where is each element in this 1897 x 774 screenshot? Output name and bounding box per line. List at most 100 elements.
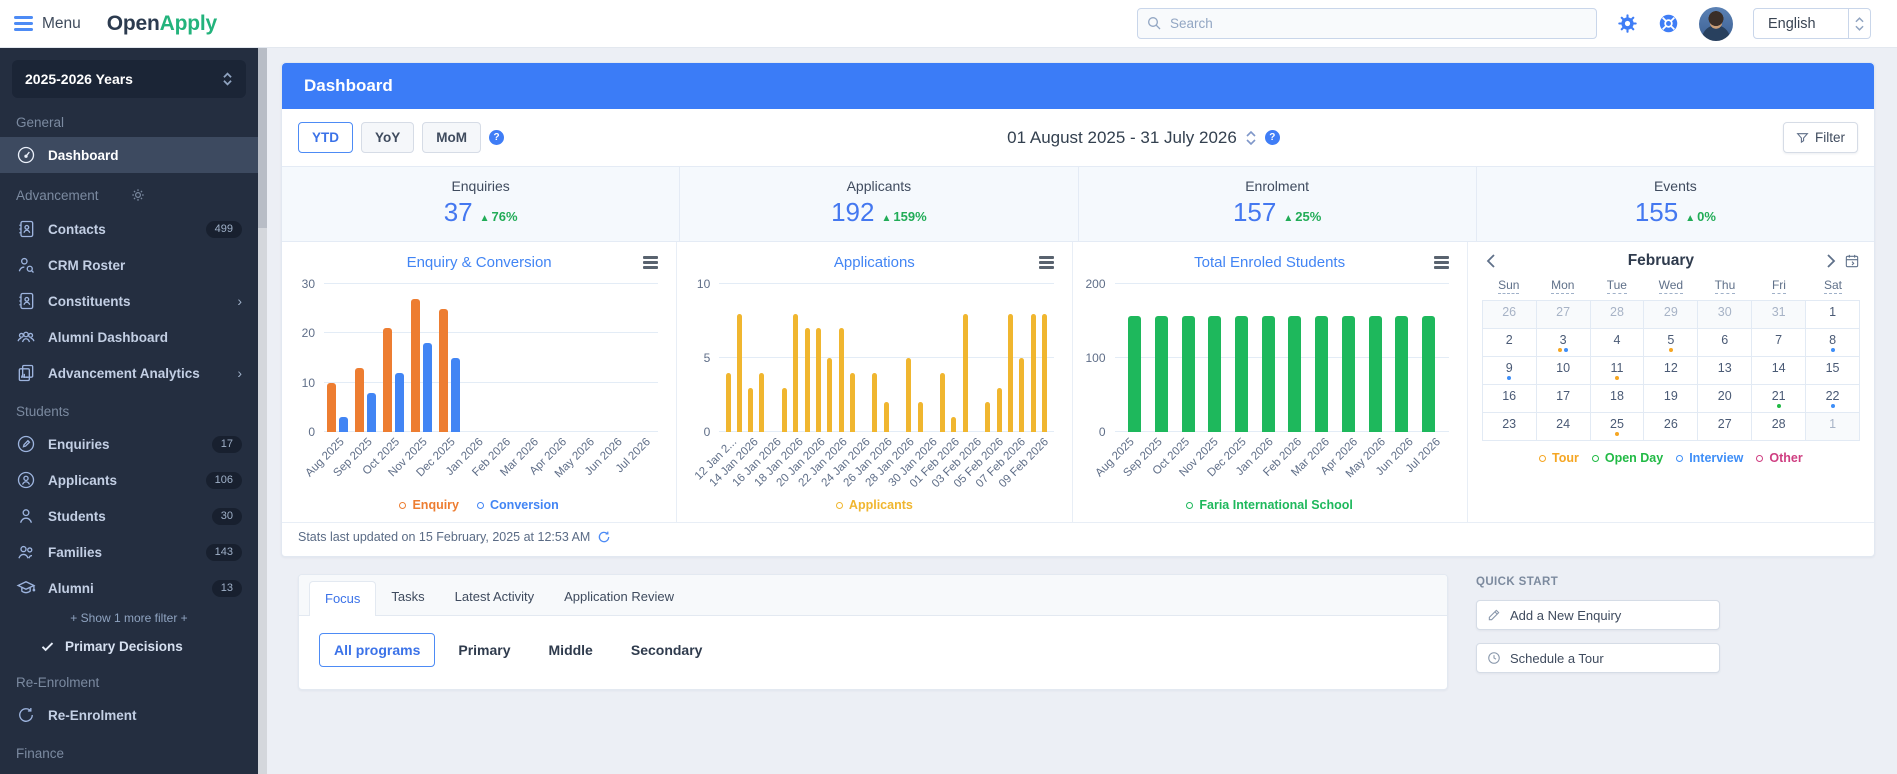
language-select[interactable]: English bbox=[1753, 8, 1871, 39]
section-advancement: Advancement bbox=[0, 173, 258, 211]
date-help-icon[interactable]: ? bbox=[1264, 130, 1280, 145]
tab-focus[interactable]: Focus bbox=[309, 581, 377, 616]
filter-button[interactable]: Filter bbox=[1783, 122, 1858, 153]
calendar-day[interactable]: 31 bbox=[1752, 301, 1807, 329]
program-all[interactable]: All programs bbox=[319, 633, 436, 667]
calendar-day[interactable]: 12 bbox=[1644, 357, 1699, 385]
calendar-day[interactable]: 15 bbox=[1806, 357, 1860, 385]
sidebar-item-crm-roster[interactable]: CRM Roster bbox=[0, 247, 258, 283]
sidebar-item-constituents[interactable]: Constituents › bbox=[0, 283, 258, 319]
chart-menu-icon[interactable] bbox=[1038, 256, 1054, 269]
chart-menu-icon[interactable] bbox=[643, 256, 659, 269]
period-help-icon[interactable]: ? bbox=[489, 130, 505, 145]
calendar-day[interactable]: 27 bbox=[1698, 413, 1753, 441]
calendar-day[interactable]: 24 bbox=[1536, 413, 1591, 441]
sidebar-item-alumni-dashboard[interactable]: Alumni Dashboard bbox=[0, 319, 258, 355]
add-new-enquiry-button[interactable]: Add a New Enquiry bbox=[1476, 600, 1720, 630]
legend-item[interactable]: Faria International School bbox=[1186, 498, 1353, 512]
schedule-tour-button[interactable]: Schedule a Tour bbox=[1476, 643, 1720, 673]
sidebar-item-applicants[interactable]: Applicants 106 bbox=[0, 462, 258, 498]
tab-latest-activity[interactable]: Latest Activity bbox=[440, 580, 549, 615]
show-more-filters[interactable]: + Show 1 more filter + bbox=[0, 606, 258, 631]
bar bbox=[917, 402, 923, 432]
primary-decisions-filter[interactable]: Primary Decisions bbox=[0, 631, 258, 662]
calendar-day[interactable]: 13 bbox=[1698, 357, 1753, 385]
calendar-prev-icon[interactable] bbox=[1482, 254, 1499, 268]
calendar-day[interactable]: 30 bbox=[1698, 301, 1753, 329]
sidebar-item-re-enrolment[interactable]: Re-Enrolment bbox=[0, 697, 258, 733]
user-avatar[interactable] bbox=[1699, 6, 1733, 41]
legend-item[interactable]: Conversion bbox=[477, 498, 559, 512]
calendar-day[interactable]: 16 bbox=[1482, 385, 1537, 413]
chart-menu-icon[interactable] bbox=[1433, 256, 1449, 269]
calendar-export-icon[interactable] bbox=[1844, 253, 1860, 269]
tab-tasks[interactable]: Tasks bbox=[376, 580, 439, 615]
calendar-day[interactable]: 19 bbox=[1644, 385, 1699, 413]
calendar-day[interactable]: 28 bbox=[1752, 413, 1807, 441]
year-selector[interactable]: 2025-2026 Years bbox=[12, 60, 246, 98]
calendar-day[interactable]: 20 bbox=[1698, 385, 1753, 413]
tab-application-review[interactable]: Application Review bbox=[549, 580, 689, 615]
calendar-day[interactable]: 5 bbox=[1644, 329, 1699, 357]
openapply-logo[interactable]: OpenApply bbox=[107, 12, 217, 36]
calendar-legend-item[interactable]: Open Day bbox=[1591, 451, 1663, 465]
legend-item[interactable]: Enquiry bbox=[399, 498, 459, 512]
calendar-day[interactable]: 9 bbox=[1482, 357, 1537, 385]
calendar-day[interactable]: 3 bbox=[1536, 329, 1591, 357]
ytd-button[interactable]: YTD bbox=[298, 122, 353, 153]
program-primary[interactable]: Primary bbox=[443, 633, 525, 667]
calendar-day[interactable]: 17 bbox=[1536, 385, 1591, 413]
calendar-day[interactable]: 27 bbox=[1536, 301, 1591, 329]
legend-item[interactable]: Applicants bbox=[835, 498, 913, 512]
calendar-day[interactable]: 25 bbox=[1590, 413, 1645, 441]
help-icon[interactable] bbox=[1658, 13, 1679, 34]
gear-icon[interactable] bbox=[1617, 13, 1638, 34]
language-spinner[interactable] bbox=[1849, 8, 1871, 39]
calendar-day[interactable]: 8 bbox=[1806, 329, 1860, 357]
calendar-day[interactable]: 6 bbox=[1698, 329, 1753, 357]
chart-title[interactable]: Total Enroled Students bbox=[1194, 254, 1345, 271]
sidebar-item-dashboard[interactable]: Dashboard bbox=[0, 137, 258, 173]
calendar-day[interactable]: 4 bbox=[1590, 329, 1645, 357]
sidebar-item-contacts[interactable]: Contacts 499 bbox=[0, 211, 258, 247]
chart-title[interactable]: Enquiry & Conversion bbox=[407, 254, 552, 271]
calendar-day[interactable]: 1 bbox=[1806, 301, 1860, 329]
calendar-next-icon[interactable] bbox=[1823, 254, 1840, 268]
calendar-day[interactable]: 2 bbox=[1482, 329, 1537, 357]
bar-group bbox=[603, 284, 631, 432]
calendar-day[interactable]: 28 bbox=[1590, 301, 1645, 329]
sidebar-item-alumni[interactable]: Alumni 13 bbox=[0, 570, 258, 606]
calendar-day[interactable]: 26 bbox=[1644, 413, 1699, 441]
mom-button[interactable]: MoM bbox=[422, 122, 482, 153]
sidebar-item-families[interactable]: Families 143 bbox=[0, 534, 258, 570]
sidebar-scrollbar[interactable] bbox=[258, 48, 267, 774]
calendar-day[interactable]: 7 bbox=[1752, 329, 1807, 357]
refresh-stats-icon[interactable] bbox=[597, 530, 611, 544]
calendar-legend-item[interactable]: Other bbox=[1756, 451, 1803, 465]
date-sort-icon[interactable] bbox=[1246, 130, 1256, 145]
calendar-legend-item[interactable]: Interview bbox=[1676, 451, 1743, 465]
calendar-day[interactable]: 1 bbox=[1806, 413, 1860, 441]
program-secondary[interactable]: Secondary bbox=[616, 633, 718, 667]
sidebar-item-students[interactable]: Students 30 bbox=[0, 498, 258, 534]
yoy-button[interactable]: YoY bbox=[361, 122, 415, 153]
calendar-day[interactable]: 29 bbox=[1644, 301, 1699, 329]
calendar-day[interactable]: 18 bbox=[1590, 385, 1645, 413]
sidebar-item-enquiries[interactable]: Enquiries 17 bbox=[0, 426, 258, 462]
calendar-day[interactable]: 23 bbox=[1482, 413, 1537, 441]
calendar-day[interactable]: 21 bbox=[1752, 385, 1807, 413]
calendar-day[interactable]: 26 bbox=[1482, 301, 1537, 329]
calendar-day[interactable]: 22 bbox=[1806, 385, 1860, 413]
bar bbox=[1007, 313, 1013, 432]
person-search-icon bbox=[16, 255, 36, 275]
calendar-day[interactable]: 10 bbox=[1536, 357, 1591, 385]
search-input[interactable] bbox=[1137, 8, 1597, 39]
calendar-day[interactable]: 11 bbox=[1590, 357, 1645, 385]
program-middle[interactable]: Middle bbox=[534, 633, 608, 667]
sidebar-item-advancement-analytics[interactable]: Advancement Analytics › bbox=[0, 355, 258, 391]
calendar-day[interactable]: 14 bbox=[1752, 357, 1807, 385]
menu-button[interactable]: Menu bbox=[14, 15, 81, 33]
calendar-legend-item[interactable]: Tour bbox=[1539, 451, 1579, 465]
chart-title[interactable]: Applications bbox=[834, 254, 915, 271]
settings-gear-icon[interactable] bbox=[129, 186, 242, 204]
